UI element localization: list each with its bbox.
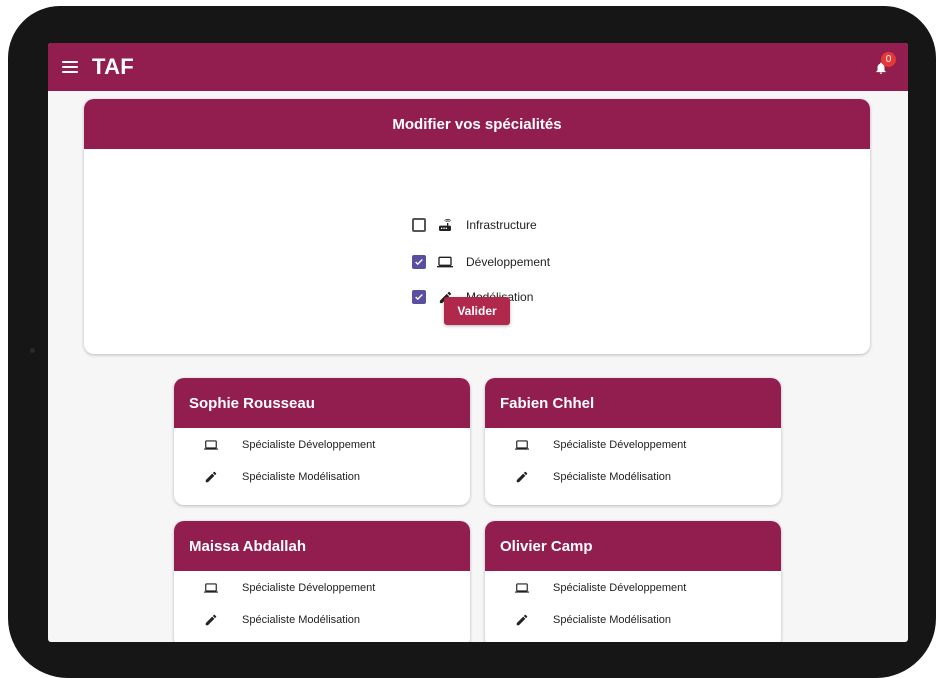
notifications-button[interactable]: 0 xyxy=(874,52,896,78)
user-specialty-item: Spécialiste Modélisation xyxy=(202,468,360,486)
user-specialty-label: Spécialiste Développement xyxy=(242,439,376,451)
pencil-icon xyxy=(513,611,531,629)
app-bar: TAF 0 xyxy=(48,43,908,91)
laptop-icon xyxy=(202,579,220,597)
specialty-label: Développement xyxy=(466,255,551,269)
user-specialty-item: Spécialiste Développement xyxy=(513,436,686,454)
checkmark-icon xyxy=(415,258,423,266)
user-specialty-label: Spécialiste Modélisation xyxy=(242,471,361,483)
router-icon xyxy=(436,216,454,234)
camera-dot xyxy=(30,348,35,353)
user-specialty-label: Spécialiste Modélisation xyxy=(242,614,361,626)
user-card: Fabien Chhel Spécialiste Développement S… xyxy=(485,378,781,505)
user-name: Olivier Camp xyxy=(485,521,781,571)
laptop-icon xyxy=(513,579,531,597)
user-specialty-item: Spécialiste Développement xyxy=(202,579,375,597)
app-title: TAF xyxy=(92,54,135,79)
specialty-option-development: Développement xyxy=(412,252,550,272)
user-card: Olivier Camp Spécialiste Développement S… xyxy=(485,521,781,642)
user-name: Sophie Rousseau xyxy=(174,378,470,428)
notification-badge: 0 xyxy=(881,52,896,67)
user-specialty-item: Spécialiste Développement xyxy=(202,436,375,454)
validate-button[interactable]: Valider xyxy=(444,297,510,325)
edit-card-title: Modifier vos spécialités xyxy=(84,99,870,149)
edit-specialties-card: Modifier vos spécialités Infrastructure … xyxy=(84,99,870,354)
menu-icon[interactable] xyxy=(62,61,78,73)
user-specialty-label: Spécialiste Modélisation xyxy=(553,614,672,626)
checkbox-infrastructure[interactable] xyxy=(412,218,426,232)
checkmark-icon xyxy=(415,293,423,301)
user-specialty-item: Spécialiste Modélisation xyxy=(202,611,360,629)
checkbox-development[interactable] xyxy=(412,255,426,269)
checkbox-modeling[interactable] xyxy=(412,290,426,304)
pencil-icon xyxy=(202,611,220,629)
laptop-icon xyxy=(513,436,531,454)
user-specialty-label: Spécialiste Développement xyxy=(242,582,376,594)
specialty-label: Infrastructure xyxy=(466,218,537,232)
specialty-option-infrastructure: Infrastructure xyxy=(412,215,537,235)
user-specialty-label: Spécialiste Développement xyxy=(553,439,687,451)
pencil-icon xyxy=(202,468,220,486)
laptop-icon xyxy=(436,253,454,271)
user-name: Maissa Abdallah xyxy=(174,521,470,571)
user-specialty-label: Spécialiste Modélisation xyxy=(553,471,672,483)
user-specialty-item: Spécialiste Modélisation xyxy=(513,468,671,486)
user-specialty-label: Spécialiste Développement xyxy=(553,582,687,594)
user-card: Sophie Rousseau Spécialiste Développemen… xyxy=(174,378,470,505)
app-screen: TAF 0 Modifier vos spécialités Infrastru… xyxy=(48,43,908,642)
user-specialty-item: Spécialiste Modélisation xyxy=(513,611,671,629)
user-name: Fabien Chhel xyxy=(485,378,781,428)
laptop-icon xyxy=(202,436,220,454)
user-specialty-item: Spécialiste Développement xyxy=(513,579,686,597)
pencil-icon xyxy=(513,468,531,486)
user-card: Maissa Abdallah Spécialiste Développemen… xyxy=(174,521,470,642)
